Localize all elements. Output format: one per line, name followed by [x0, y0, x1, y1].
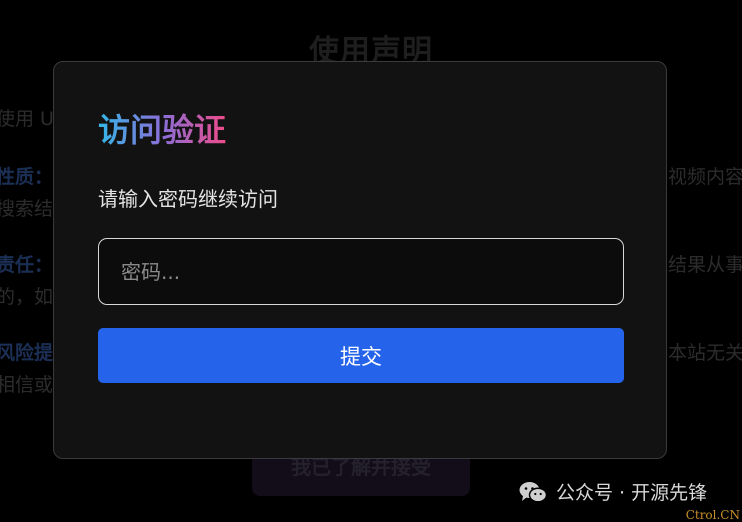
background-text: 本站无关	[668, 342, 742, 364]
modal-title: 访问验证	[98, 111, 227, 149]
corner-watermark: Ctrol.CN	[685, 508, 740, 522]
password-input[interactable]	[98, 238, 624, 305]
background-text: 的，如	[0, 286, 54, 308]
background-text: 性质：	[0, 166, 54, 188]
background-text: 相信或	[0, 374, 54, 396]
submit-button[interactable]: 提交	[98, 328, 624, 383]
background-text: 责任：	[0, 254, 54, 276]
wechat-icon	[519, 481, 548, 503]
background-text: 使用 U	[0, 108, 54, 130]
background-text: 结果从事	[668, 254, 742, 276]
watermark: 公众号 · 开源先锋	[518, 478, 707, 505]
modal-subtitle: 请输入密码继续访问	[98, 187, 278, 211]
background-text: 搜索结	[0, 198, 54, 220]
access-verification-modal: 访问验证 请输入密码继续访问 提交	[53, 61, 667, 459]
background-text: 风险提	[0, 342, 54, 364]
watermark-text: 公众号 · 开源先锋	[556, 482, 708, 504]
background-text: 视频内容	[668, 166, 742, 188]
